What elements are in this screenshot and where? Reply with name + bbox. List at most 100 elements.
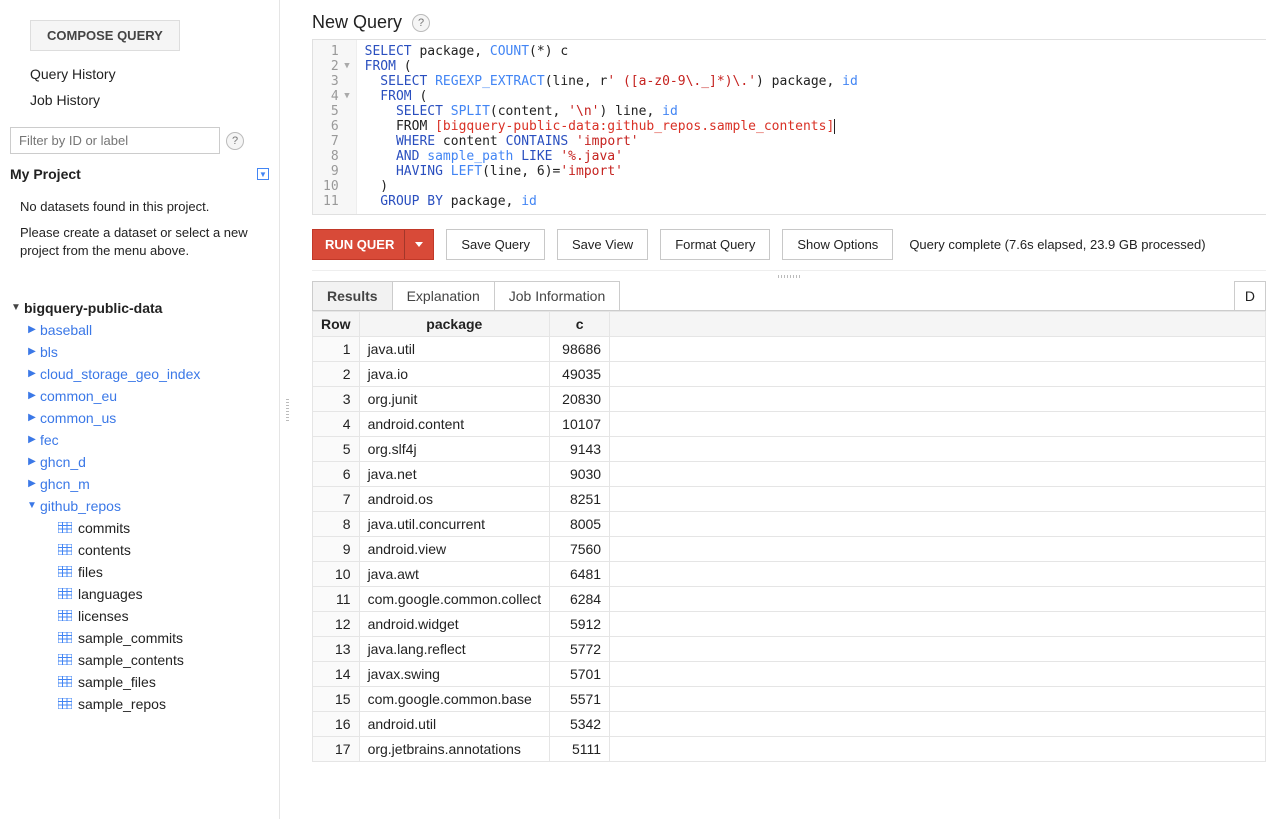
cell-count: 6284 xyxy=(550,587,610,612)
run-query-dropdown-icon[interactable] xyxy=(405,230,433,259)
table-row[interactable]: 8java.util.concurrent8005 xyxy=(313,512,1266,537)
cell-package: android.widget xyxy=(359,612,550,637)
dataset-label: ghcn_m xyxy=(40,476,90,492)
table-row[interactable]: 16android.util5342 xyxy=(313,712,1266,737)
public-data-label: bigquery-public-data xyxy=(24,300,162,316)
dataset-ghcn_d[interactable]: ▶ghcn_d xyxy=(26,451,269,473)
table-icon xyxy=(58,586,72,602)
table-languages[interactable]: languages xyxy=(58,583,269,605)
dataset-baseball[interactable]: ▶baseball xyxy=(26,319,269,341)
table-label: languages xyxy=(78,586,143,602)
table-row[interactable]: 3org.junit20830 xyxy=(313,387,1266,412)
dataset-common_us[interactable]: ▶common_us xyxy=(26,407,269,429)
tab-results[interactable]: Results xyxy=(312,281,393,310)
show-options-button[interactable]: Show Options xyxy=(782,229,893,260)
job-history-link[interactable]: Job History xyxy=(10,87,269,113)
table-row[interactable]: 15com.google.common.base5571 xyxy=(313,687,1266,712)
cell-spacer xyxy=(610,712,1266,737)
cell-package: javax.swing xyxy=(359,662,550,687)
table-row[interactable]: 14javax.swing5701 xyxy=(313,662,1266,687)
dataset-github_repos[interactable]: ▼github_repos xyxy=(26,495,269,517)
dataset-ghcn_m[interactable]: ▶ghcn_m xyxy=(26,473,269,495)
cell-count: 5701 xyxy=(550,662,610,687)
row-number: 14 xyxy=(313,662,360,687)
table-row[interactable]: 6java.net9030 xyxy=(313,462,1266,487)
no-datasets-line2: Please create a dataset or select a new … xyxy=(20,224,269,260)
cell-package: org.slf4j xyxy=(359,437,550,462)
run-query-button[interactable]: RUN QUER xyxy=(312,229,434,260)
row-number: 7 xyxy=(313,487,360,512)
save-view-button[interactable]: Save View xyxy=(557,229,648,260)
project-menu-icon[interactable]: ▼ xyxy=(257,168,269,180)
row-number: 3 xyxy=(313,387,360,412)
table-row[interactable]: 1java.util98686 xyxy=(313,337,1266,362)
table-sample_contents[interactable]: sample_contents xyxy=(58,649,269,671)
cell-package: android.content xyxy=(359,412,550,437)
table-row[interactable]: 11com.google.common.collect6284 xyxy=(313,587,1266,612)
table-row[interactable]: 2java.io49035 xyxy=(313,362,1266,387)
dataset-fec[interactable]: ▶fec xyxy=(26,429,269,451)
table-row[interactable]: 13java.lang.reflect5772 xyxy=(313,637,1266,662)
public-data-root[interactable]: ▼ bigquery-public-data xyxy=(10,297,269,319)
table-icon xyxy=(58,542,72,558)
table-label: files xyxy=(78,564,103,580)
table-row[interactable]: 4android.content10107 xyxy=(313,412,1266,437)
title-help-icon[interactable]: ? xyxy=(412,14,430,32)
cell-count: 7560 xyxy=(550,537,610,562)
table-label: sample_repos xyxy=(78,696,166,712)
row-number: 6 xyxy=(313,462,360,487)
dataset-label: bls xyxy=(40,344,58,360)
cell-spacer xyxy=(610,512,1266,537)
dataset-label: fec xyxy=(40,432,59,448)
table-commits[interactable]: commits xyxy=(58,517,269,539)
cell-package: java.util xyxy=(359,337,550,362)
query-history-link[interactable]: Query History xyxy=(10,61,269,87)
table-row[interactable]: 9android.view7560 xyxy=(313,537,1266,562)
cell-spacer xyxy=(610,587,1266,612)
table-row[interactable]: 17org.jetbrains.annotations5111 xyxy=(313,737,1266,762)
download-button[interactable]: D xyxy=(1234,281,1266,310)
help-icon[interactable]: ? xyxy=(226,132,244,150)
cell-package: java.lang.reflect xyxy=(359,637,550,662)
dataset-label: cloud_storage_geo_index xyxy=(40,366,200,382)
editor-code[interactable]: SELECT package, COUNT(*) c FROM ( SELECT… xyxy=(357,40,866,214)
cell-spacer xyxy=(610,337,1266,362)
save-query-button[interactable]: Save Query xyxy=(446,229,545,260)
row-number: 11 xyxy=(313,587,360,612)
table-row[interactable]: 5org.slf4j9143 xyxy=(313,437,1266,462)
caret-right-icon: ▶ xyxy=(26,434,38,445)
row-number: 8 xyxy=(313,512,360,537)
cell-count: 5111 xyxy=(550,737,610,762)
dataset-bls[interactable]: ▶bls xyxy=(26,341,269,363)
table-sample_repos[interactable]: sample_repos xyxy=(58,693,269,715)
table-contents[interactable]: contents xyxy=(58,539,269,561)
dataset-common_eu[interactable]: ▶common_eu xyxy=(26,385,269,407)
dataset-cloud_storage_geo_index[interactable]: ▶cloud_storage_geo_index xyxy=(26,363,269,385)
tab-explanation[interactable]: Explanation xyxy=(392,281,495,310)
tab-job-information[interactable]: Job Information xyxy=(494,281,621,310)
table-sample_commits[interactable]: sample_commits xyxy=(58,627,269,649)
table-row[interactable]: 10java.awt6481 xyxy=(313,562,1266,587)
compose-query-button[interactable]: COMPOSE QUERY xyxy=(30,20,180,51)
row-number: 16 xyxy=(313,712,360,737)
cell-count: 9030 xyxy=(550,462,610,487)
project-header[interactable]: My Project ▼ xyxy=(10,162,269,188)
dataset-label: ghcn_d xyxy=(40,454,86,470)
table-licenses[interactable]: licenses xyxy=(58,605,269,627)
cell-count: 8251 xyxy=(550,487,610,512)
cell-spacer xyxy=(610,487,1266,512)
cell-package: android.os xyxy=(359,487,550,512)
sql-editor[interactable]: 12▼34▼567891011 SELECT package, COUNT(*)… xyxy=(312,39,1266,215)
query-toolbar: RUN QUER Save Query Save View Format Que… xyxy=(312,215,1266,271)
caret-right-icon: ▶ xyxy=(26,368,38,379)
row-number: 2 xyxy=(313,362,360,387)
table-files[interactable]: files xyxy=(58,561,269,583)
table-row[interactable]: 12android.widget5912 xyxy=(313,612,1266,637)
table-row[interactable]: 7android.os8251 xyxy=(313,487,1266,512)
cell-count: 9143 xyxy=(550,437,610,462)
vertical-resize-handle[interactable] xyxy=(280,0,294,819)
format-query-button[interactable]: Format Query xyxy=(660,229,770,260)
horizontal-resize-handle[interactable] xyxy=(312,271,1266,281)
table-sample_files[interactable]: sample_files xyxy=(58,671,269,693)
filter-input[interactable] xyxy=(10,127,220,154)
